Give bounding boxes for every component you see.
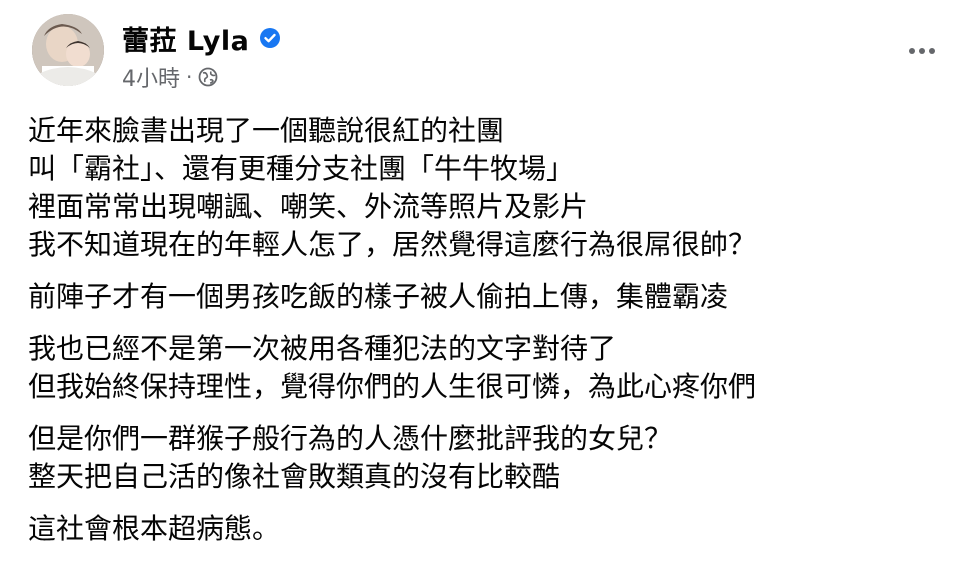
more-options-icon [919, 48, 925, 54]
post-paragraph: 但是你們一群猴子般行為的人憑什麼批評我的女兒？ 整天把自己活的像社會敗類真的沒有… [28, 420, 948, 496]
more-options-icon [929, 48, 935, 54]
post-text-line: 叫「霸社」、還有更種分支社團「牛牛牧場」 [28, 152, 575, 185]
post-text-line: 整天把自己活的像社會敗類真的沒有比較酷 [28, 460, 561, 493]
post-text-line: 這社會根本超病態。 [28, 512, 281, 545]
post-text-line: 近年來臉書出現了一個聽說很紅的社團 [28, 114, 505, 147]
meta-separator: · [186, 65, 193, 89]
more-options-button[interactable] [902, 36, 942, 66]
post-paragraph: 我也已經不是第一次被用各種犯法的文字對待了 但我始終保持理性，覺得你們的人生很可… [28, 330, 948, 406]
post-paragraph: 前陣子才有一個男孩吃飯的樣子被人偷拍上傳，集體霸凌 [28, 278, 948, 316]
post-text-line: 我不知道現在的年輕人怎了，居然覺得這麼行為很屌很帥？ [28, 228, 757, 261]
avatar-photo-icon [32, 14, 104, 86]
post-text-line: 我也已經不是第一次被用各種犯法的文字對待了 [28, 332, 617, 365]
author-avatar[interactable] [32, 14, 104, 86]
post-header: 蕾菈 Lyla 4小時 · [32, 14, 952, 94]
globe-icon[interactable] [198, 67, 218, 87]
author-name[interactable]: 蕾菈 Lyla [122, 19, 249, 58]
post-time[interactable]: 4小時 [122, 61, 180, 93]
post-paragraph: 這社會根本超病態。 [28, 510, 948, 548]
post-text-line: 裡面常常出現嘲諷、嘲笑、外流等照片及影片 [28, 190, 589, 223]
verified-badge-icon [259, 27, 281, 49]
post-text-line: 但我始終保持理性，覺得你們的人生很可憐，為此心疼你們 [28, 370, 757, 403]
more-options-icon [909, 48, 915, 54]
post-body: 近年來臉書出現了一個聽說很紅的社團 叫「霸社」、還有更種分支社團「牛牛牧場」 裡… [28, 112, 948, 562]
post-text-line: 前陣子才有一個男孩吃飯的樣子被人偷拍上傳，集體霸凌 [28, 280, 729, 313]
post-text-line: 但是你們一群猴子般行為的人憑什麼批評我的女兒？ [28, 422, 673, 455]
post-meta: 4小時 · [122, 62, 218, 92]
author-row: 蕾菈 Lyla [122, 18, 281, 58]
post-paragraph: 近年來臉書出現了一個聽說很紅的社團 叫「霸社」、還有更種分支社團「牛牛牧場」 裡… [28, 112, 948, 264]
